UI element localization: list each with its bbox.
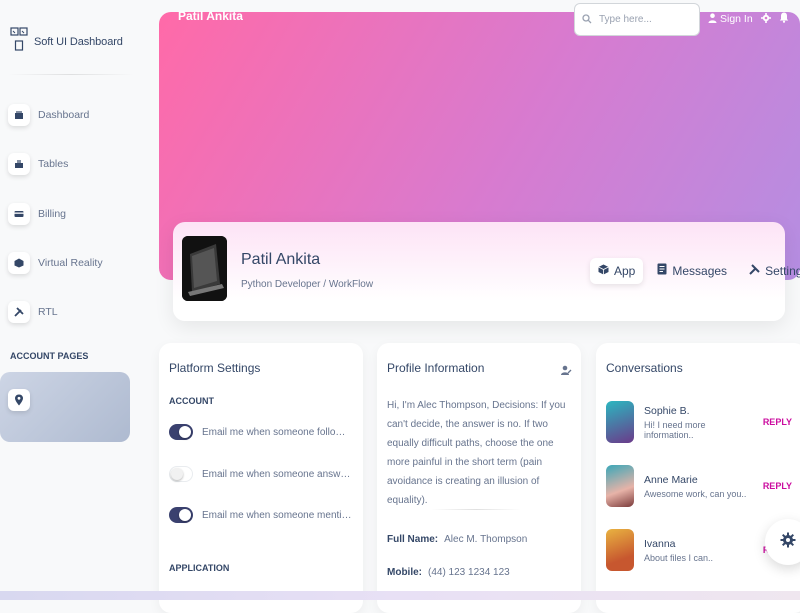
account-subtitle: ACCOUNT <box>169 396 214 406</box>
account-pages-title: ACCOUNT PAGES <box>10 351 89 361</box>
mobile-row: Mobile: (44) 123 1234 123 <box>387 567 510 578</box>
sidebar: Soft UI Dashboard Dashboard Tables Billi… <box>0 0 140 600</box>
mentions-toggle[interactable] <box>169 507 193 523</box>
full-name-row: Full Name: Alec M. Thompson <box>387 534 527 545</box>
top-actions: Sign In <box>708 12 789 26</box>
sidebar-item-dashboard[interactable]: Dashboard <box>8 100 89 130</box>
toggle-label: Email me when someone answers on my post <box>202 468 352 480</box>
cube-icon <box>598 264 609 278</box>
profile-information-card: Profile Information Hi, I'm Alec Thompso… <box>377 343 581 613</box>
profile-tabs: App Messages Settings <box>590 257 800 284</box>
conversation-name: Anne Marie <box>644 473 698 486</box>
shop-icon <box>8 104 30 126</box>
gear-icon[interactable] <box>760 12 771 26</box>
reply-button[interactable]: REPLY <box>763 481 792 491</box>
sidebar-item-label: Tables <box>38 158 69 170</box>
sidebar-divider <box>8 74 134 75</box>
search-input[interactable] <box>597 13 696 26</box>
gear-icon <box>780 532 796 553</box>
full-name-value: Alec M. Thompson <box>444 534 528 545</box>
profile-bio: Hi, I'm Alec Thompson, Decisions: If you… <box>387 400 566 506</box>
search-icon <box>582 11 592 29</box>
mobile-value: (44) 123 1234 123 <box>428 567 510 578</box>
sign-in-label: Sign In <box>720 13 753 25</box>
sidebar-item-label: Dashboard <box>38 109 90 121</box>
brand-title: Soft UI Dashboard <box>34 35 123 48</box>
toggle-label: Email me when someone follows me <box>202 426 352 438</box>
full-name-label: Full Name: <box>387 534 439 545</box>
settings-tool-icon <box>8 301 30 323</box>
bell-icon[interactable] <box>779 12 789 26</box>
search-box[interactable] <box>574 3 700 36</box>
tab-label: Settings <box>765 263 800 278</box>
application-subtitle: APPLICATION <box>169 563 230 573</box>
avatar <box>606 401 634 443</box>
settings-icon <box>749 263 760 278</box>
sidebar-item-virtual-reality[interactable]: Virtual Reality <box>8 248 103 278</box>
conversation-name: Sophie B. <box>644 404 690 417</box>
follows-toggle[interactable] <box>169 424 193 440</box>
sidebar-item-billing[interactable]: Billing <box>8 199 66 229</box>
brand[interactable]: Soft UI Dashboard <box>10 27 123 56</box>
tab-settings[interactable]: Settings <box>741 258 800 284</box>
mobile-label: Mobile: <box>387 567 422 578</box>
conversation-item: Anne Marie Awesome work, can you.. REPLY <box>606 465 792 507</box>
sidebar-item-active[interactable] <box>0 372 130 442</box>
sidebar-item-rtl[interactable]: RTL <box>8 297 58 327</box>
credit-card-icon <box>8 203 30 225</box>
sidebar-item-tables[interactable]: Tables <box>8 149 68 179</box>
toggle-label: Email me when someone mentions me <box>202 509 352 521</box>
toggle-row-follows: Email me when someone follows me <box>169 424 352 440</box>
edit-user-icon[interactable] <box>561 363 572 381</box>
platform-settings-card: Platform Settings ACCOUNT Email me when … <box>159 343 363 613</box>
tab-app[interactable]: App <box>590 257 644 284</box>
sidebar-item-label: Billing <box>38 208 67 220</box>
card-title: Platform Settings <box>169 361 261 375</box>
user-icon <box>708 12 717 26</box>
sign-in-link[interactable]: Sign In <box>708 12 753 26</box>
page-bottom-strip <box>0 591 800 600</box>
avatar <box>606 529 634 571</box>
profile-name: Patil Ankita <box>241 251 321 268</box>
conversation-message: Awesome work, can you.. <box>644 488 747 499</box>
answers-toggle[interactable] <box>169 466 193 482</box>
sidebar-item-label: Virtual Reality <box>38 257 103 269</box>
card-title: Profile Information <box>387 361 485 375</box>
avatar <box>606 465 634 507</box>
brand-logo-icon <box>10 27 28 56</box>
conversation-message: About files I can.. <box>644 552 714 563</box>
toggle-row-answers: Email me when someone answers on my post <box>169 466 352 482</box>
avatar <box>182 236 227 301</box>
conversation-name: Ivanna <box>644 537 676 550</box>
conversation-item: Ivanna About files I can.. REPLY <box>606 529 792 571</box>
document-icon <box>657 263 667 278</box>
conversations-card: Conversations Sophie B. Hi! I need more … <box>596 343 800 613</box>
profile-role: Python Developer / WorkFlow <box>241 279 374 290</box>
office-icon <box>8 153 30 175</box>
map-pin-icon <box>8 389 30 411</box>
reply-button[interactable]: REPLY <box>763 417 792 427</box>
tab-label: Messages <box>672 263 728 278</box>
tab-messages[interactable]: Messages <box>649 257 735 284</box>
profile-card: Patil Ankita Python Developer / WorkFlow… <box>173 222 800 321</box>
toggle-row-mentions: Email me when someone mentions me <box>169 507 352 523</box>
conversation-message: Hi! I need more information.. <box>644 419 706 440</box>
sidebar-item-label: RTL <box>38 306 58 318</box>
tab-label: App <box>614 263 636 278</box>
conversation-item: Sophie B. Hi! I need more information.. … <box>606 401 792 443</box>
header-username: Patil Ankita <box>178 9 243 23</box>
card-title: Conversations <box>606 361 683 375</box>
box-icon <box>8 252 30 274</box>
info-divider <box>431 509 521 510</box>
